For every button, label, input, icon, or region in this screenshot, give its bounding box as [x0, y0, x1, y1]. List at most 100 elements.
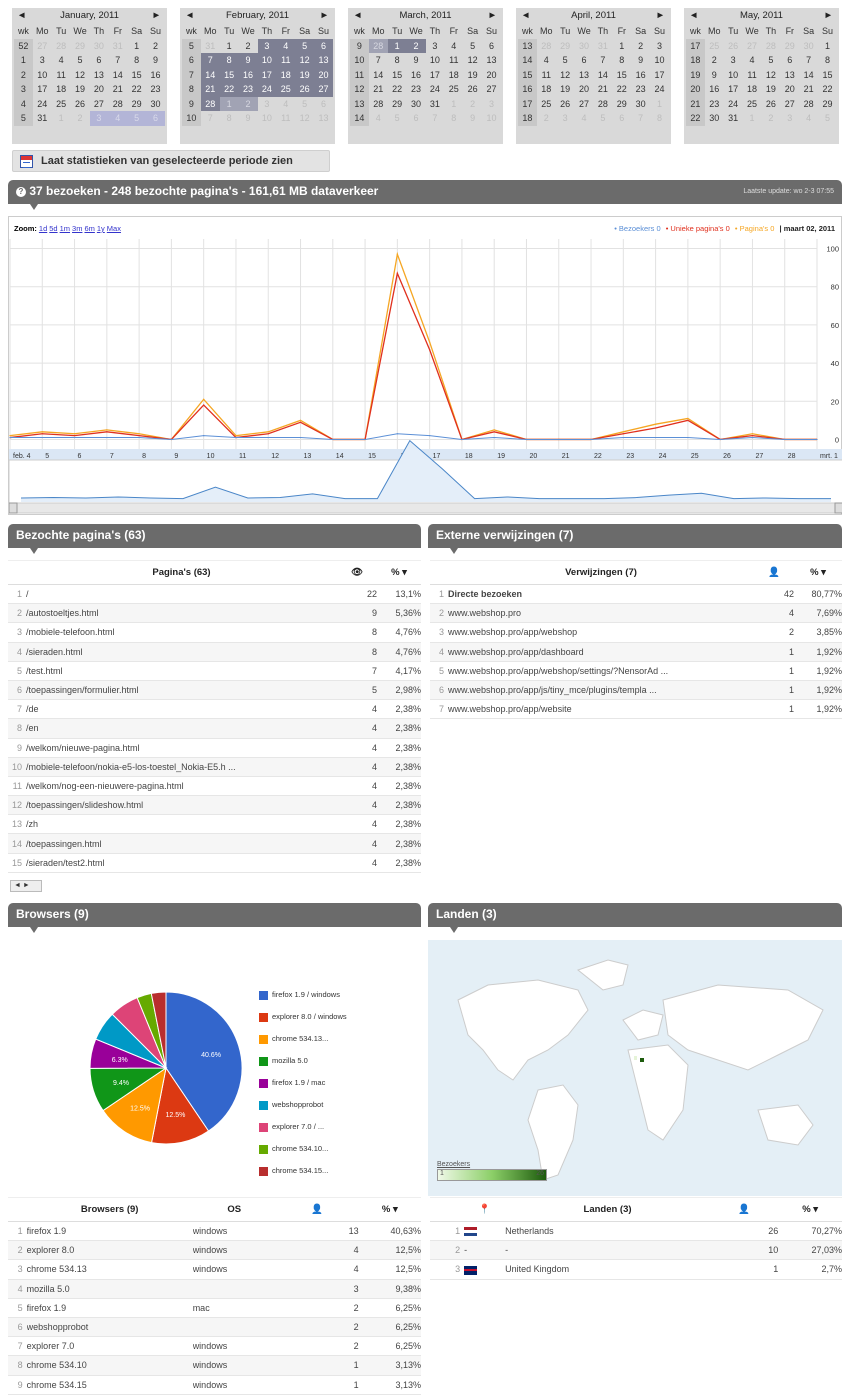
table-row[interactable]: 2 explorer 8.0 windows 4 12,5%: [8, 1240, 421, 1261]
calendar-day[interactable]: 14: [200, 67, 220, 82]
calendar-day[interactable]: 4: [52, 53, 71, 68]
netherlands-marker[interactable]: [640, 1058, 644, 1062]
calendar-day[interactable]: 19: [463, 68, 482, 83]
calendar-day[interactable]: 7: [799, 53, 818, 68]
page-path[interactable]: /de: [26, 699, 337, 720]
calendar-day[interactable]: 5: [556, 53, 575, 68]
calendar-day[interactable]: 23: [705, 97, 724, 112]
calendar-day[interactable]: 22: [388, 82, 407, 97]
week-number[interactable]: 9: [182, 96, 201, 111]
calendar-day[interactable]: 27: [780, 97, 799, 112]
week-number[interactable]: 18: [518, 111, 537, 126]
referrer-url[interactable]: Directe bezoeken: [448, 584, 754, 605]
calendar-day[interactable]: 28: [594, 97, 613, 112]
calendar-day[interactable]: 24: [650, 82, 669, 97]
calendar-day[interactable]: 17: [33, 82, 52, 97]
calendar-day[interactable]: 12: [295, 111, 314, 126]
calendar-day[interactable]: 3: [482, 97, 501, 112]
col-pct[interactable]: % ▾: [358, 1197, 421, 1222]
calendar-day[interactable]: 24: [724, 97, 743, 112]
calendar-day[interactable]: 4: [276, 38, 296, 53]
table-row[interactable]: 1 Netherlands 26 70,27%: [430, 1221, 842, 1242]
table-row[interactable]: 7 explorer 7.0 windows 2 6,25%: [8, 1336, 421, 1357]
week-number[interactable]: 52: [14, 38, 33, 53]
table-row[interactable]: 10/mobiele-telefoon/nokia-e5-los-toestel…: [8, 757, 421, 777]
calendar-day[interactable]: 4: [575, 111, 594, 126]
week-number[interactable]: 1: [14, 53, 33, 68]
week-number[interactable]: 9: [350, 38, 369, 53]
page-path[interactable]: /mobiele-telefoon/nokia-e5-los-toestel_N…: [26, 757, 337, 777]
browser-name[interactable]: firefox 1.9: [26, 1221, 193, 1242]
legend-item[interactable]: explorer 8.0 / windows: [259, 1012, 347, 1034]
calendar-day[interactable]: 17: [650, 68, 669, 83]
calendar-day[interactable]: 17: [724, 82, 743, 97]
calendar-day[interactable]: 2: [239, 39, 258, 54]
table-row[interactable]: 9 chrome 534.15 windows 1 3,13%: [8, 1375, 421, 1395]
calendar-day[interactable]: 6: [575, 53, 594, 68]
calendar-day[interactable]: 6: [314, 38, 333, 53]
page-path[interactable]: /: [26, 584, 337, 605]
calendar-day[interactable]: 15: [127, 68, 146, 83]
calendar-day[interactable]: 1: [818, 39, 837, 54]
referrer-url[interactable]: www.webshop.pro/app/website: [448, 699, 754, 720]
calendar-day[interactable]: 11: [537, 68, 556, 83]
help-icon[interactable]: ?: [16, 187, 26, 197]
calendar-day[interactable]: 20: [314, 67, 333, 82]
week-number[interactable]: 16: [518, 82, 537, 97]
zoom-1m[interactable]: 1m: [60, 224, 70, 233]
week-number[interactable]: 15: [518, 67, 537, 82]
calendar-day[interactable]: 13: [314, 111, 333, 126]
calendar-day[interactable]: 8: [650, 111, 669, 126]
calendar-day[interactable]: 16: [146, 68, 165, 83]
calendar-day[interactable]: 9: [407, 53, 426, 68]
calendar-day[interactable]: 26: [463, 82, 482, 97]
calendar-day[interactable]: 23: [146, 82, 165, 97]
zoom-5d[interactable]: 5d: [49, 224, 57, 233]
week-number[interactable]: 3: [14, 82, 33, 97]
calendar-day[interactable]: 31: [594, 39, 613, 54]
calendar-day[interactable]: 8: [444, 111, 463, 126]
page-path[interactable]: /mobiele-telefoon.html: [26, 622, 337, 643]
calendar-day[interactable]: 5: [71, 53, 90, 68]
table-row[interactable]: 4/sieraden.html 8 4,76%: [8, 642, 421, 662]
calendar-day[interactable]: 2: [238, 96, 258, 111]
browser-name[interactable]: firefox 1.9: [26, 1298, 193, 1318]
calendar-day[interactable]: 4: [444, 39, 463, 54]
page-path[interactable]: /toepassingen.html: [26, 833, 337, 854]
calendar-day[interactable]: 5: [762, 53, 781, 68]
legend-item[interactable]: webshopprobot: [259, 1100, 347, 1122]
calendar-day[interactable]: 1: [387, 38, 407, 53]
calendar-day[interactable]: 7: [631, 111, 650, 126]
calendar-day[interactable]: 15: [219, 67, 239, 82]
calendar-day[interactable]: 29: [612, 97, 631, 112]
calendar-day[interactable]: 9: [239, 111, 258, 126]
prev-month-icon[interactable]: ◄: [521, 8, 530, 24]
calendar-day[interactable]: 15: [388, 68, 407, 83]
next-month-icon[interactable]: ►: [656, 8, 665, 24]
calendar-day[interactable]: 31: [201, 39, 220, 54]
col-visitors[interactable]: 👤: [275, 1197, 359, 1222]
calendar-day[interactable]: 24: [257, 82, 277, 97]
zoom-Max[interactable]: Max: [107, 224, 121, 233]
table-row[interactable]: 7 www.webshop.pro/app/website 1 1,92%: [430, 699, 842, 720]
calendar-day[interactable]: 8: [220, 111, 239, 126]
calendar-day[interactable]: 31: [426, 97, 445, 112]
calendar-day[interactable]: 4: [108, 111, 128, 126]
browser-name[interactable]: explorer 7.0: [26, 1336, 193, 1357]
calendar-day[interactable]: 21: [799, 82, 818, 97]
table-row[interactable]: 3/mobiele-telefoon.html 8 4,76%: [8, 622, 421, 643]
calendar-day[interactable]: 28: [799, 97, 818, 112]
calendar-day[interactable]: 14: [108, 68, 127, 83]
legend-item[interactable]: explorer 7.0 / ...: [259, 1122, 347, 1144]
table-row[interactable]: 7/de 4 2,38%: [8, 699, 421, 720]
calendar-day[interactable]: 12: [71, 68, 90, 83]
referrer-url[interactable]: www.webshop.pro: [448, 603, 754, 624]
legend-item[interactable]: firefox 1.9 / windows: [259, 990, 347, 1012]
calendar-day[interactable]: 19: [295, 67, 315, 82]
calendar-day[interactable]: 10: [257, 53, 277, 68]
calendar-day[interactable]: 26: [556, 97, 575, 112]
calendar-day[interactable]: 2: [762, 111, 781, 126]
calendar-day[interactable]: 28: [368, 38, 388, 53]
page-path[interactable]: /toepassingen/formulier.html: [26, 680, 337, 701]
calendar-day[interactable]: 19: [556, 82, 575, 97]
